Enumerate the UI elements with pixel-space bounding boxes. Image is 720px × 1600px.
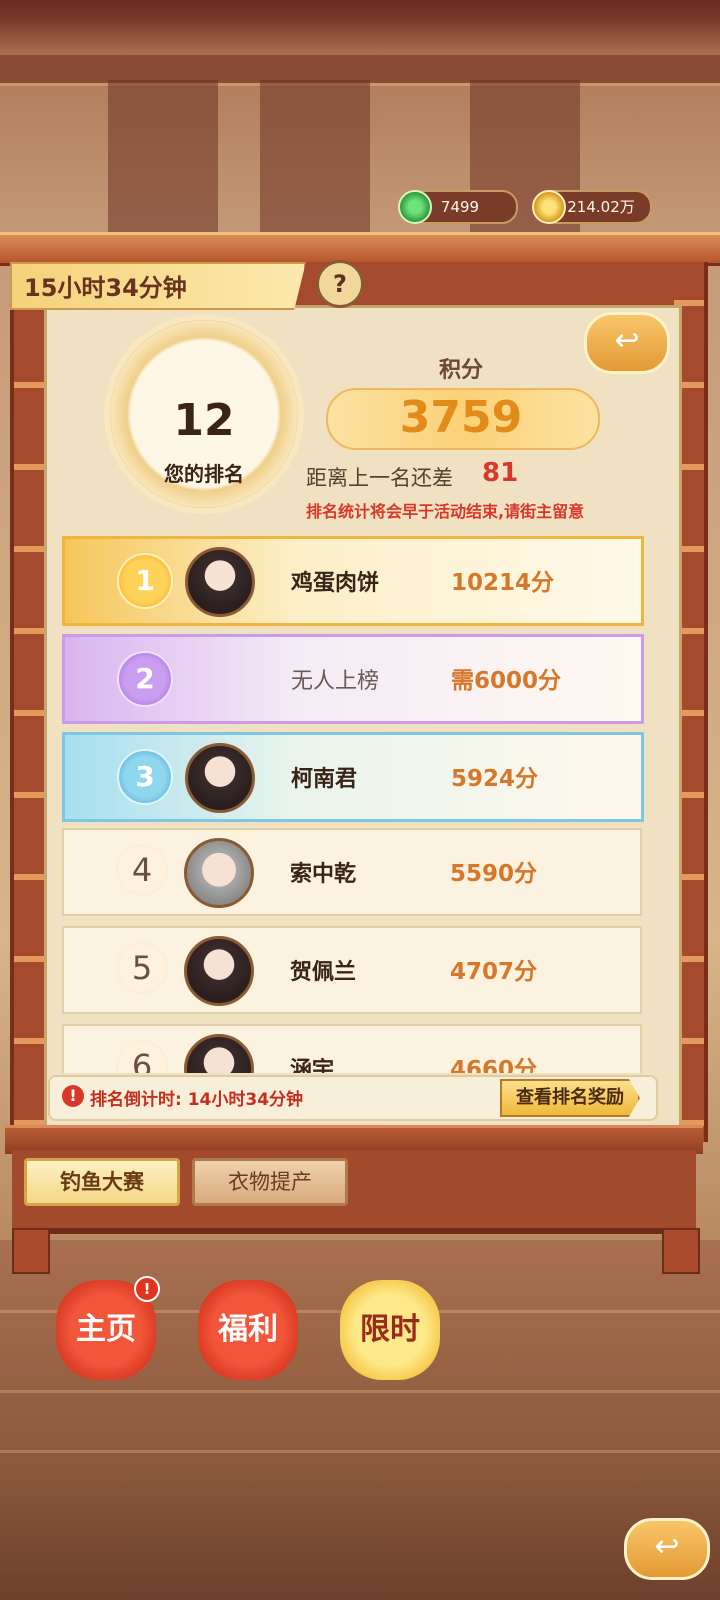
player-rank-label: 您的排名 (164, 462, 244, 486)
player-points: 4660分 (450, 1057, 538, 1073)
player-name: 柯南君 (291, 767, 358, 792)
player-avatar[interactable] (185, 547, 255, 617)
leaderboard-row[interactable]: 6 涵宇 4660分 (62, 1024, 642, 1073)
rank-badge: 3 (117, 749, 173, 805)
score-value: 3759 (399, 392, 523, 443)
rank-badge: 6 (116, 1040, 168, 1073)
nav-limited-button[interactable]: 限时 (340, 1280, 440, 1380)
player-name: 索中乾 (290, 862, 357, 887)
leaderboard-row[interactable]: 3 柯南君 5924分 (62, 732, 644, 822)
notification-badge: ! (134, 1276, 160, 1302)
rank-badge: 2 (117, 651, 173, 707)
player-points: 4707分 (450, 959, 538, 985)
rank-badge: 4 (116, 844, 168, 896)
leaderboard-row[interactable]: 5 贺佩兰 4707分 (62, 926, 642, 1014)
gold-coin-icon (532, 190, 566, 224)
window-panel (260, 80, 370, 240)
nav-welfare-button[interactable]: 福利 (198, 1280, 298, 1380)
ranking-notice: 排名统计将会早于活动结束,请街主留意 (306, 502, 585, 521)
question-icon: ? (333, 269, 347, 298)
leaderboard-row[interactable]: 2 无人上榜 需6000分 (62, 634, 644, 724)
player-name: 鸡蛋肉饼 (291, 571, 380, 596)
gap-value: 81 (482, 458, 519, 488)
jade-currency[interactable]: 7499 (398, 190, 518, 224)
warning-icon: ! (62, 1085, 84, 1107)
rank-badge: 5 (116, 942, 168, 994)
player-points: 需6000分 (451, 668, 562, 694)
player-points: 5590分 (450, 861, 538, 887)
jade-value: 7499 (440, 198, 480, 216)
leaderboard-row[interactable]: 1 鸡蛋肉饼 10214分 (62, 536, 644, 626)
player-points: 10214分 (451, 570, 555, 596)
rank-badge: 1 (117, 553, 173, 609)
board-roof (0, 232, 720, 266)
player-avatar[interactable] (184, 838, 254, 908)
player-name: 涵宇 (290, 1058, 335, 1073)
player-avatar[interactable] (184, 1034, 254, 1073)
player-name: 无人上榜 (291, 669, 380, 694)
event-timer: 15小时34分钟 (24, 274, 187, 302)
player-rank: 12 (173, 395, 235, 446)
tab-clothing-production[interactable]: 衣物提产 (192, 1158, 348, 1206)
gap-label: 距离上一名还差 (306, 466, 453, 490)
player-avatar[interactable] (185, 743, 255, 813)
bottom-back-button[interactable]: ↩ (624, 1518, 710, 1580)
score-label: 积分 (438, 358, 483, 383)
back-arrow-icon: ↩ (654, 1529, 680, 1564)
back-arrow-icon: ↩ (614, 323, 640, 358)
tab-fishing-contest[interactable]: 钓鱼大赛 (24, 1158, 180, 1206)
gold-currency[interactable]: 214.02万 (532, 190, 652, 224)
back-button[interactable]: ↩ (584, 312, 670, 374)
player-avatar[interactable] (184, 936, 254, 1006)
player-points: 5924分 (451, 766, 539, 792)
view-rewards-button[interactable]: 查看排名奖励 (500, 1079, 640, 1117)
leaderboard-list[interactable]: 1 鸡蛋肉饼 10214分 2 无人上榜 需6000分 3 柯南君 5924分 … (52, 528, 652, 1073)
leaderboard-row[interactable]: 4 索中乾 5590分 (62, 828, 642, 916)
ranking-countdown: 排名倒计时: 14小时34分钟 (90, 1090, 304, 1110)
window-panel (108, 80, 218, 240)
player-name: 贺佩兰 (290, 960, 357, 985)
jade-coin-icon (398, 190, 432, 224)
